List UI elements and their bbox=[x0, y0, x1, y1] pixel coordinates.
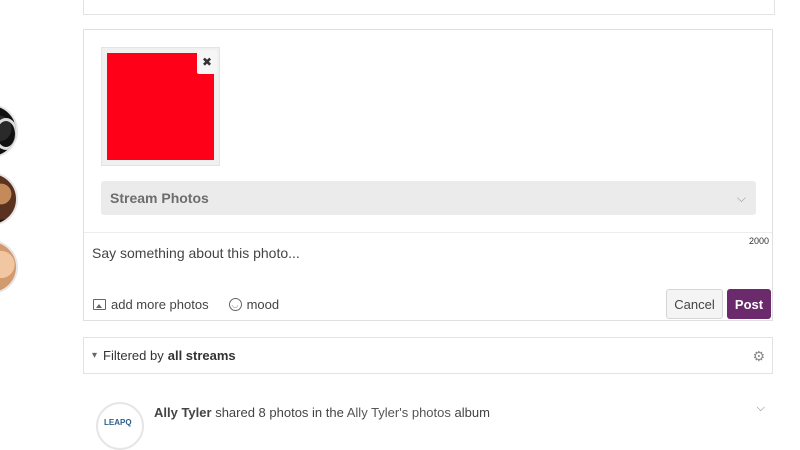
list-item: LEAPQ Ally Tyler shared 8 photos in the … bbox=[96, 398, 773, 450]
chevron-down-icon[interactable]: ⌵ bbox=[757, 402, 765, 415]
feed-action-text: shared 8 photos in the bbox=[215, 405, 344, 420]
filter-prefix: Filtered by bbox=[103, 348, 164, 363]
cancel-button[interactable]: Cancel bbox=[666, 289, 723, 319]
add-more-photos-button[interactable]: add more photos bbox=[93, 297, 209, 312]
chevron-down-icon: ⌵ bbox=[736, 190, 746, 205]
avatar-logo-text: LEAPQ bbox=[104, 418, 132, 427]
filter-value: all streams bbox=[167, 348, 236, 363]
avatar[interactable]: LEAPQ bbox=[96, 402, 144, 450]
avatar[interactable] bbox=[0, 104, 18, 158]
avatar[interactable] bbox=[0, 240, 18, 294]
album-link[interactable]: Ally Tyler's photos bbox=[347, 405, 451, 420]
feed-suffix-text: album bbox=[454, 405, 490, 420]
smiley-icon: ◡ bbox=[228, 298, 242, 311]
album-select-value: Stream Photos bbox=[110, 190, 209, 206]
avatar[interactable] bbox=[0, 172, 18, 226]
caption-input[interactable] bbox=[92, 242, 692, 264]
character-counter: 2000 bbox=[748, 236, 769, 246]
divider bbox=[84, 232, 772, 233]
composer-tools: add more photos ◡ mood bbox=[93, 297, 279, 312]
mood-button[interactable]: ◡ mood bbox=[228, 297, 280, 312]
photo-thumbnail-card: ✖ bbox=[101, 47, 220, 166]
album-select[interactable]: Stream Photos ⌵ bbox=[101, 181, 756, 215]
post-button[interactable]: Post bbox=[727, 289, 771, 319]
feed-item-summary: Ally Tyler shared 8 photos in the Ally T… bbox=[154, 405, 490, 420]
photo-composer: ✖ Stream Photos ⌵ 2000 add more photos ◡… bbox=[83, 29, 773, 321]
previous-card bbox=[83, 0, 775, 15]
stream-filter-bar[interactable]: ▾ Filtered by all streams ⚙ bbox=[83, 337, 773, 374]
mood-label: mood bbox=[246, 297, 280, 312]
image-icon bbox=[93, 299, 106, 310]
author-link[interactable]: Ally Tyler bbox=[154, 405, 212, 420]
remove-photo-icon[interactable]: ✖ bbox=[197, 50, 217, 74]
gear-icon[interactable]: ⚙ bbox=[752, 348, 765, 365]
chevron-down-icon: ▾ bbox=[92, 350, 98, 361]
add-more-photos-label: add more photos bbox=[111, 297, 209, 312]
